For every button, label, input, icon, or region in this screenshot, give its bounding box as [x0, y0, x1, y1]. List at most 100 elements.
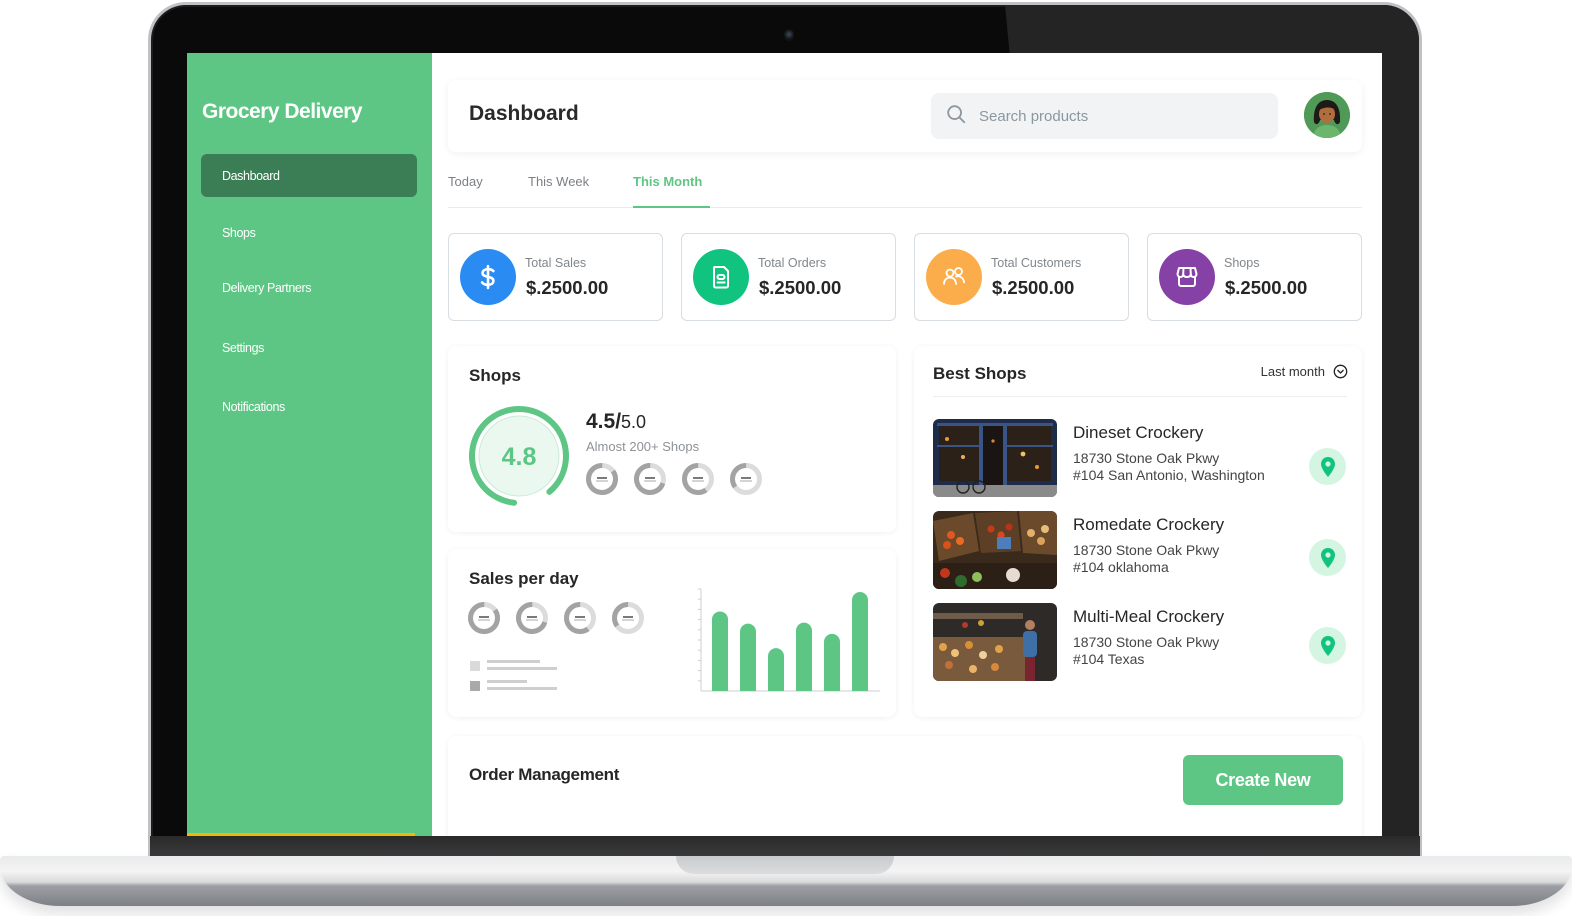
stat-label: Total Orders [758, 256, 827, 270]
search-input[interactable] [979, 107, 1259, 125]
chart-bar-6 [852, 592, 868, 691]
stat-label: Total Customers [991, 256, 1082, 270]
chart-bar-1 [712, 611, 728, 691]
shop-list-item[interactable]: Romedate Crockery 18730 Stone Oak Pkwy #… [933, 511, 1347, 589]
brand-title: Grocery Delivery [202, 100, 363, 123]
chart-bar-3 [768, 648, 784, 691]
sidebar-item-delivery-partners[interactable]: Delivery Partners [201, 266, 417, 309]
screen: Grocery Delivery Dashboard Shops Deliver… [187, 53, 1382, 836]
shops-rating-card: Shops 4.8 4.5/5.0 Almost 200+ Shops [448, 346, 896, 532]
shop-address: 18730 Stone Oak Pkwy #104 Texas [1073, 634, 1219, 668]
tab-this-week[interactable]: This Week [528, 174, 589, 189]
mini-donut-chart [468, 602, 500, 634]
chart-bar-2 [740, 623, 756, 691]
stat-card-total-customers[interactable]: Total Customers $.2500.00 [914, 233, 1129, 321]
rating-max: 5.0 [621, 412, 647, 432]
rating-score: 4.5/5.0 [586, 410, 646, 434]
shop-list-item[interactable]: Dineset Crockery 18730 Stone Oak Pkwy #1… [933, 419, 1347, 497]
sidebar-item-dashboard[interactable]: Dashboard [201, 154, 417, 197]
divider [933, 396, 1347, 397]
sales-card-title: Sales per day [469, 569, 579, 588]
sales-bar-chart [698, 588, 880, 692]
tab-today[interactable]: Today [448, 174, 483, 189]
tab-this-month[interactable]: This Month [633, 174, 702, 189]
mini-donut-chart [564, 602, 596, 634]
legend-item [470, 660, 557, 680]
stats-row: Total Sales $.2500.00 Total Orders $.250… [448, 233, 1362, 321]
mini-donut-fill [586, 463, 618, 495]
rating-subtitle: Almost 200+ Shops [586, 439, 700, 454]
storefront-photo [933, 419, 1057, 497]
shop-address-line2: #104 oklahoma [1073, 559, 1169, 575]
stat-card-total-sales[interactable]: Total Sales $.2500.00 [448, 233, 663, 321]
mini-donut-chart [586, 463, 618, 495]
sidebar-nav: Dashboard Shops Delivery Partners Settin… [201, 154, 417, 428]
legend-swatch [470, 681, 480, 691]
store-icon [1159, 249, 1215, 305]
mini-donut-chart [516, 602, 548, 634]
best-shops-card: Best Shops Last month Dineset Crockery 1… [914, 346, 1362, 717]
period-tabs: Today This Week This Month [448, 168, 1362, 208]
search-icon [945, 103, 967, 130]
stat-label: Total Sales [525, 256, 587, 270]
stat-value: $.2500.00 [759, 277, 842, 298]
period-filter-dropdown[interactable]: Last month [1261, 364, 1348, 379]
search-box[interactable] [931, 93, 1278, 139]
shop-address-line1: 18730 Stone Oak Pkwy [1073, 634, 1220, 650]
shop-name: Dineset Crockery [1073, 423, 1204, 442]
best-shops-title: Best Shops [933, 364, 1027, 383]
shop-address-line2: #104 San Antonio, Washington [1073, 467, 1265, 483]
main-content: Dashboard Today This W [432, 53, 1382, 836]
produce-crates-photo [933, 511, 1057, 589]
shop-address-line1: 18730 Stone Oak Pkwy [1073, 542, 1220, 558]
rating-value: 4.5/ [586, 410, 622, 433]
sidebar: Grocery Delivery Dashboard Shops Deliver… [187, 53, 432, 836]
shop-address-line2: #104 Texas [1073, 651, 1145, 667]
active-tab-indicator [633, 206, 710, 208]
shop-address: 18730 Stone Oak Pkwy #104 San Antonio, W… [1073, 450, 1265, 484]
stat-card-total-orders[interactable]: Total Orders $.2500.00 [681, 233, 896, 321]
sidebar-item-shops[interactable]: Shops [201, 211, 417, 254]
location-pin-button[interactable] [1309, 627, 1346, 664]
create-new-button[interactable]: Create New [1183, 755, 1343, 805]
sales-mini-donuts [467, 601, 645, 635]
shop-name: Romedate Crockery [1073, 515, 1225, 534]
mini-donut-chart [612, 602, 644, 634]
legend-text-placeholder [487, 680, 557, 690]
camera-icon [784, 29, 794, 41]
shop-list-item[interactable]: Multi-Meal Crockery 18730 Stone Oak Pkwy… [933, 603, 1347, 681]
stat-label: Shops [1224, 256, 1260, 270]
order-management-card: Order Management Create New [448, 736, 1362, 836]
mini-donut-chart [634, 463, 666, 495]
legend-swatch [470, 661, 480, 671]
chart-bar-5 [824, 633, 840, 691]
shop-address-line1: 18730 Stone Oak Pkwy [1073, 450, 1220, 466]
chevron-down-icon [1333, 364, 1348, 379]
market-stall-photo [933, 603, 1057, 681]
mini-donut-chart [682, 463, 714, 495]
user-avatar[interactable] [1304, 92, 1350, 138]
shops-card-title: Shops [469, 366, 521, 385]
sidebar-item-notifications[interactable]: Notifications [201, 385, 417, 428]
mini-donut-fill [468, 602, 500, 634]
users-icon [926, 249, 982, 305]
chart-legend [470, 660, 557, 700]
stat-card-shops[interactable]: Shops $.2500.00 [1147, 233, 1362, 321]
map-pin-icon [1320, 635, 1335, 656]
order-management-title: Order Management [469, 765, 620, 784]
stat-value: $.2500.00 [526, 277, 609, 298]
laptop-notch [676, 856, 894, 874]
location-pin-button[interactable] [1309, 448, 1346, 485]
page-title: Dashboard [469, 102, 579, 125]
sidebar-accent-bar [187, 833, 415, 836]
laptop-chin [150, 836, 1420, 856]
chart-bar-4 [796, 622, 812, 691]
stat-value: $.2500.00 [992, 277, 1075, 298]
location-pin-button[interactable] [1309, 539, 1346, 576]
rating-ring: 4.8 [467, 404, 571, 508]
sidebar-item-settings[interactable]: Settings [201, 326, 417, 369]
stat-value: $.2500.00 [1225, 277, 1308, 298]
map-pin-icon [1320, 547, 1335, 568]
sales-per-day-card: Sales per day [448, 549, 896, 717]
shops-mini-donuts [585, 462, 763, 496]
